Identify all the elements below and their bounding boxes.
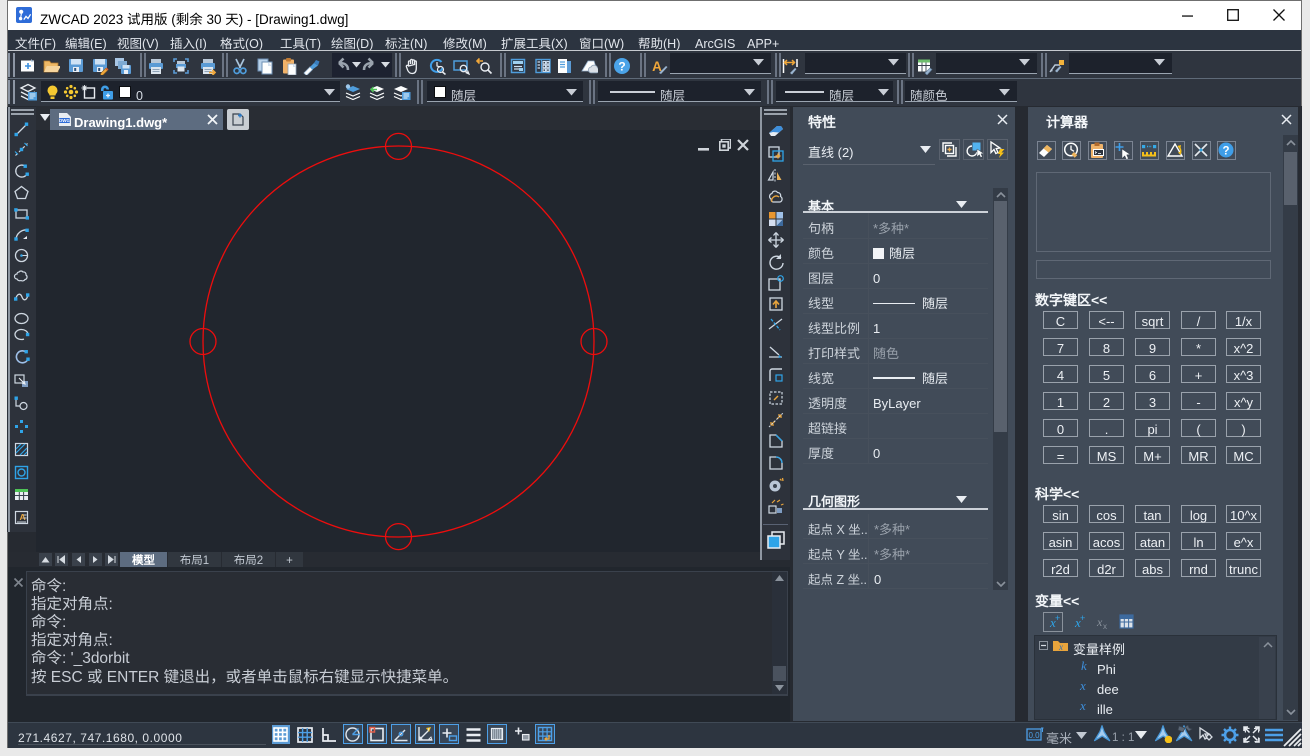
svg-text:x: x: [1096, 615, 1103, 629]
svg-text:+: +: [1080, 613, 1085, 623]
svg-text:x: x: [1058, 642, 1063, 652]
svg-text:A: A: [20, 512, 26, 522]
svg-text:x: x: [1103, 622, 1107, 631]
svg-text:?: ?: [618, 60, 625, 74]
svg-text:x: x: [1079, 678, 1086, 692]
svg-text:0.0: 0.0: [1028, 731, 1040, 740]
svg-text:?: ?: [1222, 146, 1229, 158]
svg-text:DWG: DWG: [59, 118, 70, 123]
svg-text:k: k: [1081, 658, 1087, 672]
svg-text:+: +: [1055, 613, 1060, 623]
svg-text:x: x: [1079, 698, 1086, 712]
